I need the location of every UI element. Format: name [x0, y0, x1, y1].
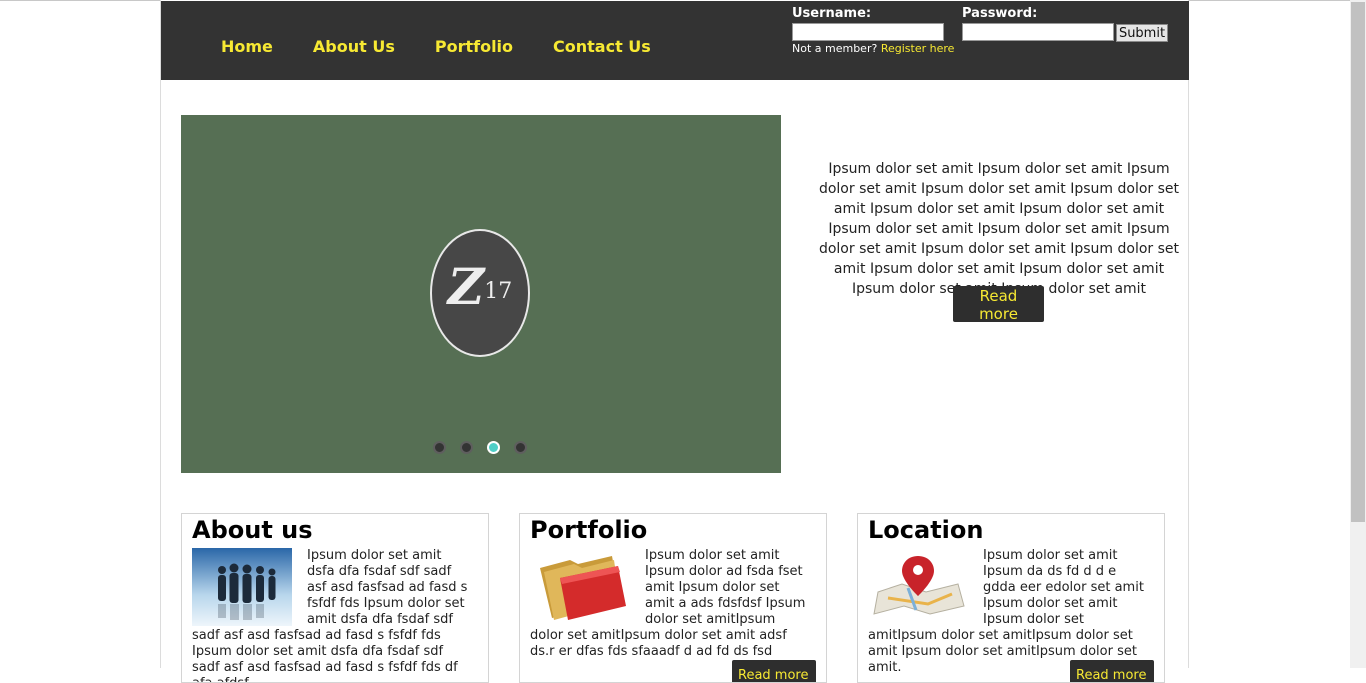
username-input[interactable] — [792, 23, 944, 41]
nav-contact-us[interactable]: Contact Us — [553, 37, 651, 56]
location-read-more-button[interactable]: Read more — [1070, 660, 1154, 682]
location-title: Location — [868, 516, 984, 544]
slider-dot-2[interactable] — [460, 441, 473, 454]
slider-dot-4[interactable] — [514, 441, 527, 454]
portfolio-box: Portfolio Ipsum dolor set amit Ipsum dol… — [519, 513, 827, 683]
register-link[interactable]: Register here — [881, 42, 955, 55]
logo-letter: Z — [447, 257, 485, 316]
slider-dots — [433, 441, 541, 454]
nav-home[interactable]: Home — [221, 37, 273, 56]
intro-text: Ipsum dolor set amit Ipsum dolor set ami… — [818, 161, 1180, 297]
location-box: Location Ipsum dolor set amit Ipsum da d… — [857, 513, 1165, 683]
slider-dot-3[interactable] — [487, 441, 500, 454]
main-nav: Home About Us Portfolio Contact Us — [221, 37, 691, 56]
password-input[interactable] — [962, 23, 1114, 41]
password-label: Password: — [962, 6, 1038, 21]
people-icon — [192, 548, 295, 628]
folder-icon — [530, 548, 633, 628]
slider-dot-1[interactable] — [433, 441, 446, 454]
site-header: Home About Us Portfolio Contact Us Usern… — [161, 1, 1189, 80]
about-us-title: About us — [192, 516, 313, 544]
username-label: Username: — [792, 6, 872, 21]
read-more-button[interactable]: Read more — [953, 286, 1044, 323]
about-us-box: About us Ipsum dolor set amit dsfa dfa f… — [181, 513, 489, 683]
portfolio-read-more-button[interactable]: Read more — [732, 660, 816, 682]
nav-about-us[interactable]: About Us — [313, 37, 395, 56]
nav-portfolio[interactable]: Portfolio — [435, 37, 513, 56]
member-prompt-text: Not a member? — [792, 42, 878, 55]
image-slider: Z17 — [181, 115, 781, 473]
password-group: Password: — [962, 6, 1114, 41]
scrollbar-thumb[interactable] — [1351, 2, 1365, 522]
map-pin-icon — [868, 548, 971, 628]
username-group: Username: — [792, 6, 944, 41]
submit-button[interactable]: Submit — [1116, 24, 1168, 42]
logo-number: 17 — [484, 279, 513, 304]
member-prompt: Not a member? Register here — [792, 42, 954, 55]
portfolio-title: Portfolio — [530, 516, 648, 544]
z17-logo: Z17 — [430, 229, 530, 357]
